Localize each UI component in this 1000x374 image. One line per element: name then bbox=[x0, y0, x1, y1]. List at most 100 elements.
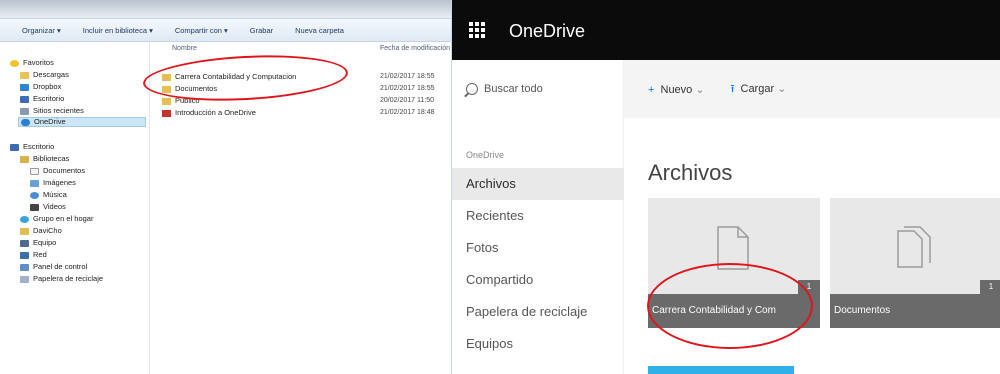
nav-item-recycle-bin[interactable]: Papelera de reciclaje bbox=[20, 274, 103, 284]
nav-label: Red bbox=[33, 250, 47, 259]
upload-button[interactable]: ⭱ Cargar ⌄ bbox=[731, 80, 787, 99]
search-box[interactable]: Buscar todo bbox=[452, 60, 624, 118]
music-icon bbox=[30, 191, 39, 199]
star-icon bbox=[10, 59, 19, 67]
burn-button[interactable]: Grabar bbox=[250, 26, 273, 35]
share-with-button[interactable]: Compartir con ▾ bbox=[175, 26, 228, 35]
nav-item-favorites[interactable]: Favoritos bbox=[10, 58, 54, 68]
downloads-folder-icon bbox=[20, 71, 29, 79]
file-name: Introducción a OneDrive bbox=[175, 108, 256, 117]
nav-item-documents[interactable]: Documentos bbox=[30, 166, 85, 176]
app-title[interactable]: OneDrive bbox=[509, 21, 585, 42]
search-input[interactable]: Buscar todo bbox=[484, 83, 543, 95]
nav-item-control-panel[interactable]: Panel de control bbox=[20, 262, 87, 272]
nav-item-desktop[interactable]: Escritorio bbox=[10, 142, 54, 152]
nav-item-onedrive[interactable]: OneDrive bbox=[18, 117, 146, 127]
file-date: 21/02/2017 18:48 bbox=[380, 109, 435, 116]
nav-item-homegroup[interactable]: Grupo en el hogar bbox=[20, 214, 93, 224]
desktop-icon bbox=[20, 95, 29, 103]
explorer-address-band bbox=[0, 0, 451, 18]
nav-label: Sitios recientes bbox=[33, 106, 84, 115]
upload-label: Cargar bbox=[740, 82, 775, 95]
documents-icon bbox=[30, 167, 39, 175]
organize-button[interactable]: Organizar ▾ bbox=[22, 26, 61, 35]
onedrive-left-nav: OneDrive Archivos Recientes Fotos Compar… bbox=[452, 118, 624, 374]
recent-places-icon bbox=[20, 107, 29, 115]
nav-label: OneDrive bbox=[34, 117, 66, 126]
upload-icon: ⭱ bbox=[730, 82, 735, 95]
nav-item-pictures[interactable]: Imágenes bbox=[30, 178, 76, 188]
nav-label: Dropbox bbox=[33, 82, 62, 91]
nav-item-libraries[interactable]: Bibliotecas bbox=[20, 154, 69, 164]
nav-label: Documentos bbox=[43, 166, 86, 175]
nav-label: Música bbox=[43, 190, 67, 199]
dropbox-icon bbox=[20, 83, 29, 91]
new-folder-button[interactable]: Nueva carpeta bbox=[295, 26, 344, 35]
nav-label: Imágenes bbox=[43, 178, 76, 187]
explorer-toolbar: Organizar ▾ Incluir en biblioteca ▾ Comp… bbox=[0, 18, 451, 42]
item-count-badge: 1 bbox=[980, 280, 1000, 294]
nav-label: Descargas bbox=[33, 70, 69, 79]
onedrive-web-window: OneDrive Buscar todo + Nuevo ⌄ ⭱ Cargar … bbox=[452, 0, 1000, 374]
tile-strip bbox=[648, 366, 794, 374]
control-panel-icon bbox=[20, 263, 29, 271]
desktop-icon bbox=[10, 143, 19, 151]
user-folder-icon bbox=[20, 227, 29, 235]
pdf-file-icon bbox=[162, 109, 171, 117]
onedrive-header: OneDrive bbox=[452, 0, 1000, 60]
folder-icon bbox=[162, 97, 171, 105]
computer-icon bbox=[20, 239, 29, 247]
annotation-ellipse bbox=[647, 263, 813, 349]
app-launcher-icon[interactable] bbox=[459, 14, 491, 46]
nav-label: Favoritos bbox=[23, 58, 54, 67]
libraries-icon bbox=[20, 155, 29, 163]
page-title: Archivos bbox=[648, 160, 733, 185]
navigation-pane: Favoritos Descargas Dropbox Escritorio S… bbox=[0, 42, 150, 374]
command-bar: + Nuevo ⌄ ⭱ Cargar ⌄ bbox=[624, 60, 1000, 118]
nav-item-recent-places[interactable]: Sitios recientes bbox=[20, 106, 84, 116]
file-explorer-window: Organizar ▾ Incluir en biblioteca ▾ Comp… bbox=[0, 0, 452, 374]
nav-group-label: OneDrive bbox=[466, 150, 505, 160]
nav-label: Grupo en el hogar bbox=[33, 214, 94, 223]
nav-item-teams[interactable]: Equipos bbox=[452, 328, 624, 360]
homegroup-icon bbox=[20, 215, 29, 223]
new-button[interactable]: + Nuevo ⌄ bbox=[648, 83, 705, 96]
pictures-icon bbox=[30, 179, 39, 187]
nav-item-recent[interactable]: Recientes bbox=[452, 200, 624, 232]
nav-item-shared[interactable]: Compartido bbox=[452, 264, 624, 296]
nav-item-videos[interactable]: Videos bbox=[30, 202, 66, 212]
include-in-library-button[interactable]: Incluir en biblioteca ▾ bbox=[83, 26, 153, 35]
nav-item-recycle-bin[interactable]: Papelera de reciclaje bbox=[452, 296, 624, 328]
nav-label: Bibliotecas bbox=[33, 154, 70, 163]
recycle-bin-icon bbox=[20, 275, 29, 283]
file-date: 21/02/2017 18:55 bbox=[380, 85, 435, 92]
nav-label: Escritorio bbox=[33, 94, 65, 103]
folder-tile-name: Documentos bbox=[830, 294, 1000, 328]
nav-label: Escritorio bbox=[23, 142, 55, 151]
nav-item-photos[interactable]: Fotos bbox=[452, 232, 624, 264]
nav-item-network[interactable]: Red bbox=[20, 250, 47, 260]
file-date: 20/02/2017 11:50 bbox=[380, 97, 434, 104]
nav-label: Panel de control bbox=[33, 262, 88, 271]
plus-icon: + bbox=[648, 83, 655, 96]
column-header-date[interactable]: Fecha de modificación bbox=[380, 45, 450, 52]
cloud-icon bbox=[21, 118, 30, 126]
nav-item-user[interactable]: DaviCho bbox=[20, 226, 62, 236]
nav-item-dropbox[interactable]: Dropbox bbox=[20, 82, 61, 92]
nav-label: Equipo bbox=[33, 238, 57, 247]
file-row[interactable]: Introducción a OneDrive 21/02/2017 18:48 bbox=[162, 108, 451, 118]
nav-item-desktop-fav[interactable]: Escritorio bbox=[20, 94, 64, 104]
nav-item-downloads[interactable]: Descargas bbox=[20, 70, 69, 80]
network-icon bbox=[20, 251, 29, 259]
column-header-name[interactable]: Nombre bbox=[172, 45, 197, 52]
folder-tile[interactable]: 1 Documentos bbox=[830, 198, 1000, 328]
nav-item-music[interactable]: Música bbox=[30, 190, 67, 200]
documents-stack-icon bbox=[897, 226, 931, 268]
chevron-down-icon: ⌄ bbox=[777, 82, 787, 95]
nav-label: DaviCho bbox=[33, 226, 62, 235]
nav-label: Videos bbox=[43, 202, 66, 211]
nav-item-files[interactable]: Archivos bbox=[452, 168, 624, 200]
videos-icon bbox=[30, 203, 39, 211]
new-label: Nuevo bbox=[660, 83, 693, 96]
nav-item-computer[interactable]: Equipo bbox=[20, 238, 56, 248]
